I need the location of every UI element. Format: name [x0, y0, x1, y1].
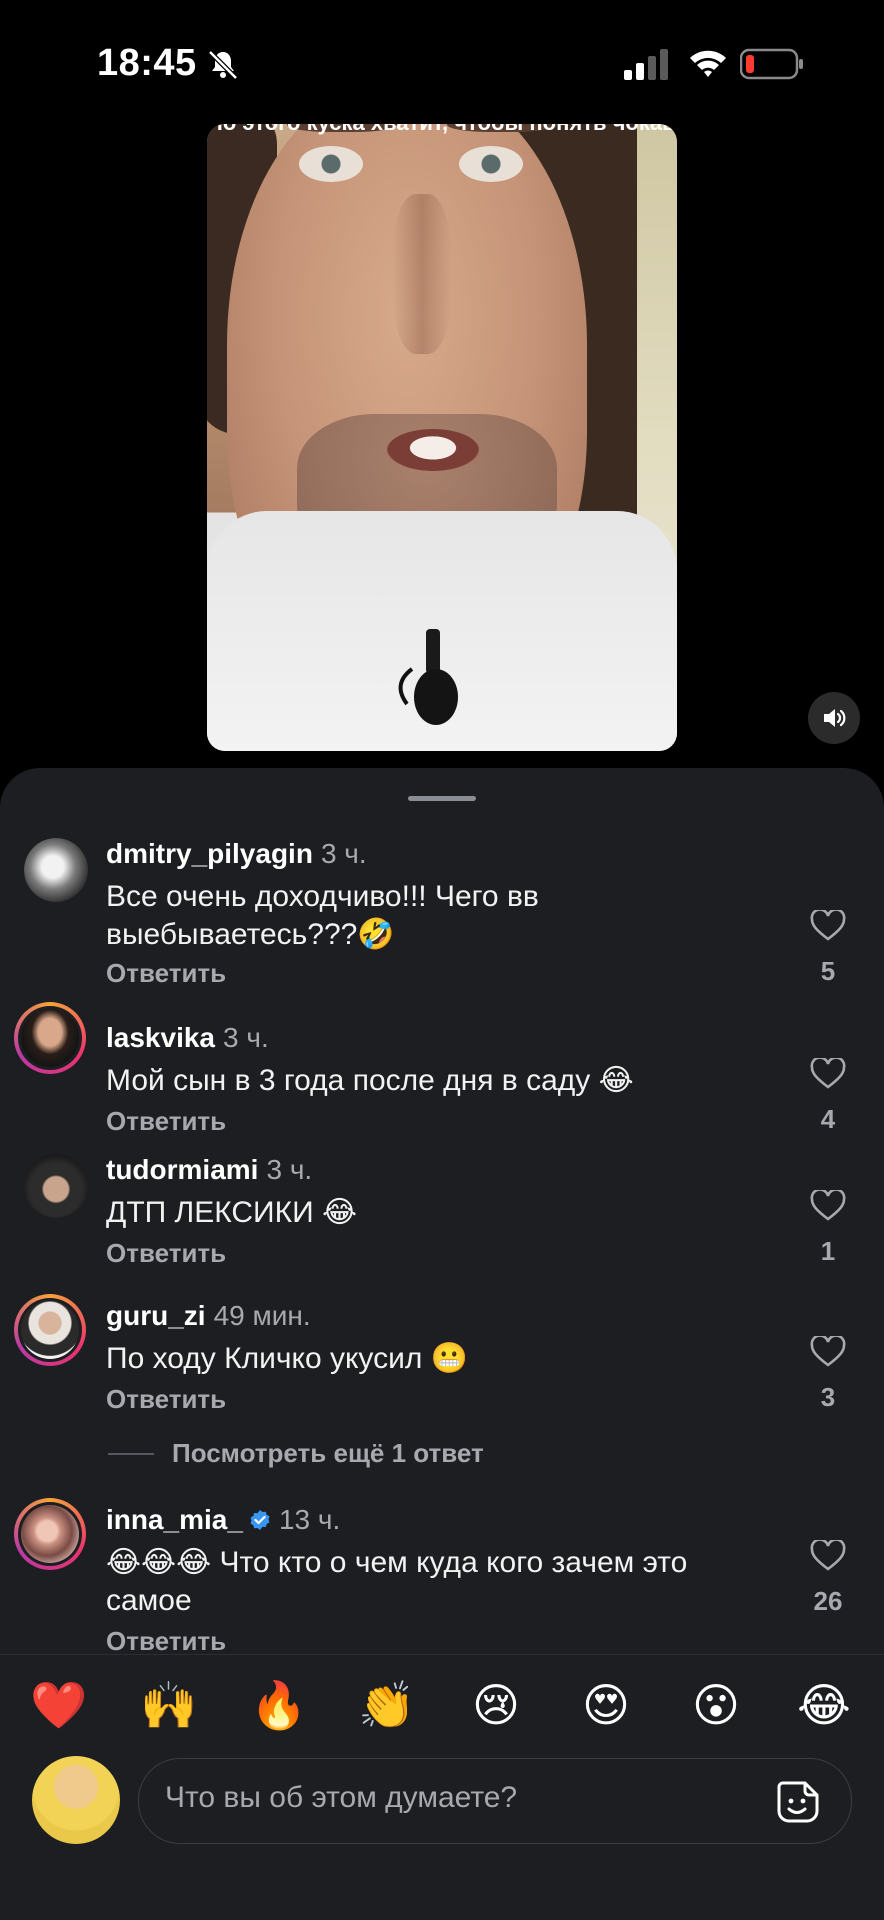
comment-username[interactable]: dmitry_pilyagin — [106, 838, 313, 869]
avatar[interactable] — [14, 1002, 86, 1074]
comment-text: Все очень доходчиво!!! Чего вв выебывает… — [106, 880, 539, 951]
comment-text: Мой сын в 3 года после дня в саду 😂 — [106, 1064, 634, 1097]
comment-time: 13 ч. — [278, 1504, 341, 1535]
wifi-icon — [690, 50, 726, 77]
avatar[interactable] — [14, 1498, 86, 1570]
emoji-crying[interactable]: 😢 — [468, 1677, 524, 1733]
avatar[interactable] — [24, 1154, 88, 1218]
avatar[interactable] — [14, 1294, 86, 1366]
like-count: 1 — [820, 1236, 836, 1266]
emoji-surprised[interactable]: 😮 — [688, 1677, 744, 1733]
emoji-tears-of-joy[interactable]: 😂 — [796, 1677, 852, 1733]
avatar[interactable] — [24, 838, 88, 902]
heart-icon[interactable] — [810, 910, 846, 942]
heart-icon[interactable] — [810, 1058, 846, 1090]
emoji-clap[interactable]: 👏 — [358, 1677, 415, 1733]
like-count: 26 — [813, 1586, 843, 1616]
comment-text: ДТП ЛЕКСИКИ 😂 — [106, 1196, 358, 1229]
comment-composer: Что вы об этом думаете? — [0, 1748, 884, 1920]
speaker-icon — [824, 709, 846, 727]
heart-icon[interactable] — [810, 1540, 846, 1572]
comment-time: 49 мин. — [213, 1300, 311, 1331]
current-user-avatar[interactable] — [32, 1756, 120, 1844]
comment-username[interactable]: guru_zi — [106, 1300, 206, 1331]
emoji-heart[interactable]: ❤️ — [30, 1677, 87, 1733]
heart-icon[interactable] — [810, 1190, 846, 1222]
video-player[interactable]: По этого куска хватит, чтобы понять чока… — [207, 124, 677, 751]
sound-toggle-button[interactable] — [808, 692, 860, 744]
heart-icon[interactable] — [810, 1336, 846, 1368]
reply-button[interactable]: Ответить — [106, 1238, 226, 1269]
reply-button[interactable]: Ответить — [106, 958, 226, 989]
emoji-quick-bar: ❤️ 🙌 🔥 👏 😢 😍 😮 😂 — [0, 1654, 884, 1749]
sticker-icon[interactable] — [775, 1779, 821, 1825]
comment-username[interactable]: inna_mia_ — [106, 1504, 243, 1535]
verified-badge-icon — [250, 1510, 270, 1530]
lavalier-mic-icon — [398, 629, 458, 725]
comment-header: guru_zi 49 мин. — [106, 1300, 311, 1332]
reply-button[interactable]: Ответить — [106, 1384, 226, 1415]
like-count: 5 — [820, 956, 836, 986]
reply-button[interactable]: Ответить — [106, 1626, 226, 1657]
more-replies-line — [108, 1453, 154, 1455]
emoji-raised-hands[interactable]: 🙌 — [140, 1677, 197, 1733]
video-caption: По этого куска хватит, чтобы понять чока… — [207, 124, 677, 136]
view-more-replies-button[interactable]: Посмотреть ещё 1 ответ — [172, 1438, 484, 1469]
cellular-signal-icon — [624, 49, 668, 80]
like-count: 3 — [820, 1382, 836, 1412]
comment-header: dmitry_pilyagin 3 ч. — [106, 838, 367, 870]
comment-time: 3 ч. — [266, 1154, 313, 1185]
emoji-heart-eyes[interactable]: 😍 — [578, 1677, 634, 1733]
comment-time: 3 ч. — [320, 838, 367, 869]
comment-time: 3 ч. — [223, 1022, 269, 1053]
comment-text: 😂😂😂 Что кто о чем куда кого зачем это са… — [106, 1546, 688, 1617]
emoji-fire[interactable]: 🔥 — [250, 1677, 307, 1733]
comment-input[interactable]: Что вы об этом думаете? — [138, 1758, 852, 1844]
comment-username[interactable]: tudormiami — [106, 1154, 258, 1185]
battery-low-icon — [740, 48, 803, 80]
comment-header: laskvika 3 ч. — [106, 1022, 269, 1054]
comment-input-placeholder: Что вы об этом думаете? — [165, 1781, 518, 1814]
video-figure-eye — [299, 146, 363, 182]
comment-header: inna_mia_ 13 ч. — [106, 1504, 340, 1536]
video-figure-nose — [392, 194, 452, 354]
sheet-grabber[interactable] — [408, 796, 476, 801]
reply-button[interactable]: Ответить — [106, 1106, 226, 1137]
comment-text: По ходу Кличко укусил 😬 — [106, 1342, 469, 1375]
comment-username[interactable]: laskvika — [106, 1022, 215, 1053]
status-bar: 18:45 — [0, 0, 884, 120]
silent-bell-icon — [208, 50, 238, 80]
comment-header: tudormiami 3 ч. — [106, 1154, 312, 1186]
video-figure-eye — [459, 146, 523, 182]
video-figure-mouth — [387, 429, 479, 471]
status-time: 18:45 — [97, 42, 197, 84]
like-count: 4 — [820, 1104, 836, 1134]
